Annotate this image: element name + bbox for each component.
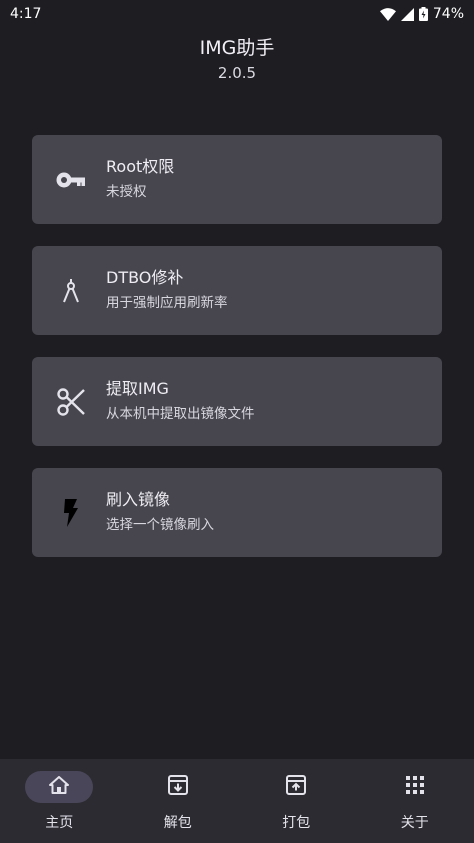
feature-list: Root权限 未授权 DTBO修补 用于强制应用刷新率 提取IMG 从本机中提取… (32, 135, 442, 579)
nav-label: 解包 (163, 815, 192, 831)
apps-grid-icon (405, 776, 424, 798)
flash-image-card[interactable]: 刷入镜像 选择一个镜像刷入 (32, 468, 442, 557)
compass-icon (32, 246, 106, 335)
card-subtitle: 选择一个镜像刷入 (106, 517, 214, 533)
card-subtitle: 未授权 (106, 184, 147, 200)
battery-percent: 74% (432, 6, 464, 22)
card-subtitle: 从本机中提取出镜像文件 (106, 406, 255, 422)
card-subtitle: 用于强制应用刷新率 (106, 295, 228, 311)
home-icon (49, 776, 70, 798)
status-time: 4:17 (10, 6, 42, 22)
app-title: IMG助手 (199, 37, 275, 59)
flash-icon (32, 468, 106, 557)
nav-pack[interactable]: 打包 (237, 759, 356, 843)
signal-icon (400, 7, 414, 21)
nav-label: 主页 (45, 815, 74, 831)
app-header: IMG助手 2.0.5 (0, 34, 474, 84)
scissors-icon (32, 357, 106, 446)
root-permission-card[interactable]: Root权限 未授权 (32, 135, 442, 224)
nav-about[interactable]: 关于 (356, 759, 474, 843)
card-title: 提取IMG (106, 379, 169, 398)
status-bar: 4:17 74% (0, 0, 474, 28)
archive-icon (286, 775, 307, 799)
battery-icon (418, 7, 428, 21)
nav-active-indicator (25, 771, 94, 803)
dtbo-patch-card[interactable]: DTBO修补 用于强制应用刷新率 (32, 246, 442, 335)
key-icon (32, 135, 106, 224)
card-title: Root权限 (106, 157, 175, 176)
card-title: DTBO修补 (106, 268, 184, 287)
bottom-navigation: 主页 解包 打包 关于 (0, 759, 474, 843)
status-icons: 74% (379, 6, 464, 22)
app-version: 2.0.5 (217, 64, 257, 82)
unarchive-icon (167, 775, 188, 799)
extract-img-card[interactable]: 提取IMG 从本机中提取出镜像文件 (32, 357, 442, 446)
nav-label: 关于 (400, 815, 429, 831)
nav-unpack[interactable]: 解包 (119, 759, 238, 843)
nav-home[interactable]: 主页 (0, 759, 119, 843)
card-title: 刷入镜像 (106, 490, 171, 509)
wifi-icon (379, 7, 396, 21)
nav-label: 打包 (282, 815, 311, 831)
